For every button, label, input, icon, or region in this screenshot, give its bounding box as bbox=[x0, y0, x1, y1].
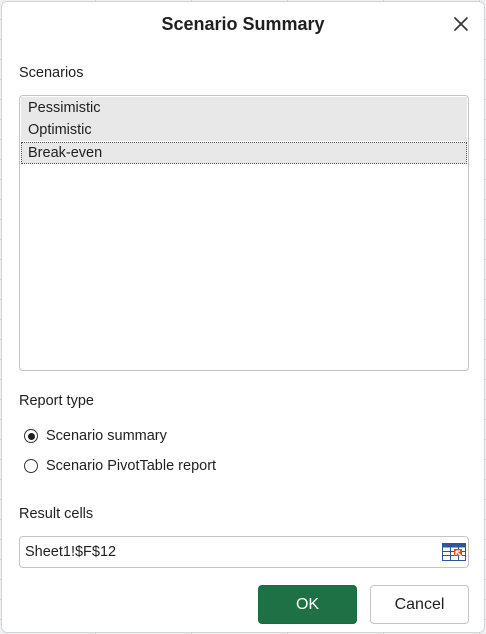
close-icon bbox=[454, 17, 468, 31]
cancel-button[interactable]: Cancel bbox=[370, 585, 469, 624]
report-type-pivottable-option[interactable]: Scenario PivotTable report bbox=[24, 456, 216, 476]
result-cells-label: Result cells bbox=[19, 506, 94, 522]
radio-button[interactable] bbox=[24, 459, 38, 473]
report-type-pivottable-label: Scenario PivotTable report bbox=[46, 458, 217, 474]
result-cells-input[interactable] bbox=[25, 540, 435, 564]
result-cells-field[interactable] bbox=[19, 536, 469, 568]
scenario-item-pessimistic[interactable]: Pessimistic bbox=[21, 97, 467, 119]
scenario-item-break-even[interactable]: Break-even bbox=[21, 142, 467, 164]
ok-button[interactable]: OK bbox=[258, 585, 357, 624]
close-button[interactable] bbox=[448, 11, 474, 37]
radio-dot bbox=[27, 432, 35, 440]
scenario-summary-dialog: Scenario Summary Scenarios Pessimistic O… bbox=[1, 1, 485, 633]
scenario-item-optimistic[interactable]: Optimistic bbox=[21, 119, 467, 141]
dialog-titlebar: Scenario Summary bbox=[2, 2, 484, 48]
scenarios-listbox[interactable]: Pessimistic Optimistic Break-even bbox=[19, 95, 469, 371]
range-select-icon bbox=[442, 543, 466, 561]
range-select-button[interactable] bbox=[442, 542, 466, 562]
radio-button-selected[interactable] bbox=[24, 429, 38, 443]
report-type-summary-option[interactable]: Scenario summary bbox=[24, 426, 167, 446]
report-type-label: Report type bbox=[19, 393, 94, 409]
dialog-title: Scenario Summary bbox=[161, 14, 325, 34]
scenarios-label: Scenarios bbox=[19, 65, 84, 81]
report-type-summary-label: Scenario summary bbox=[46, 428, 167, 444]
